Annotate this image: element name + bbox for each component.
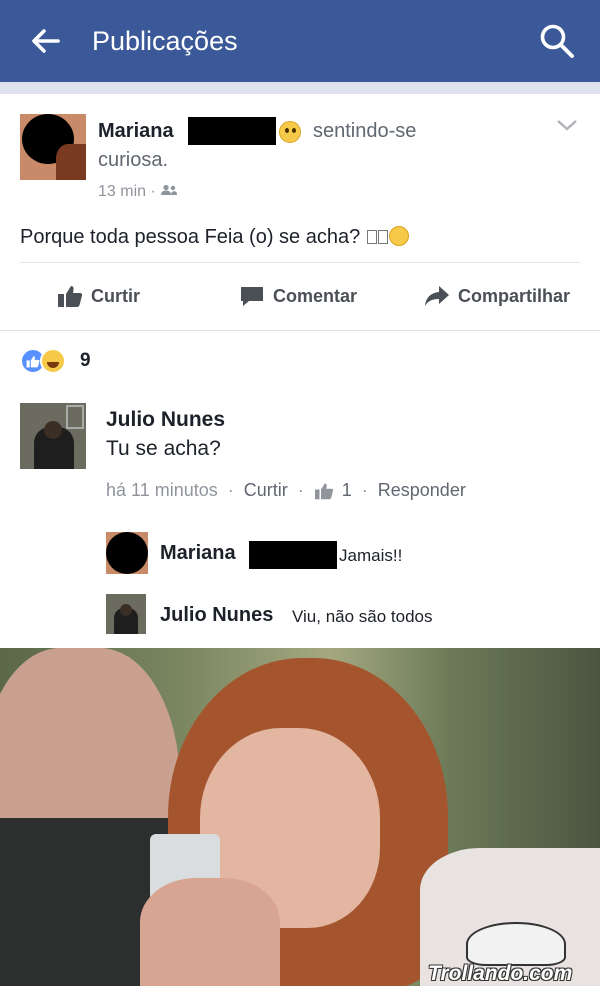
watermark: Trollando.com [428,962,573,985]
unrendered-emoji-icon [366,226,388,248]
post-author[interactable]: Mariana [98,120,174,143]
avatar[interactable] [106,532,148,574]
reply-text: Jamais!! [339,546,403,565]
reply-link[interactable]: Responder [378,480,466,501]
smirk-emoji-icon [388,226,409,246]
comment-meta: há 11 minutos · Curtir · 1 · Responder [106,480,466,501]
feeling-prefix: sentindo-se [313,120,417,142]
search-icon [540,24,574,58]
comment-like-count: 1 [341,480,352,500]
comment-button[interactable]: Comentar [239,282,357,310]
post-time[interactable]: 13 min [98,183,146,200]
reply-author[interactable]: Julio Nunes [160,604,273,627]
redaction-bar [249,541,337,569]
curious-emoji-icon [279,121,301,143]
back-button[interactable] [20,16,70,66]
top-divider [0,82,600,94]
page-title: Publicações [92,25,238,56]
thumbs-up-icon [58,286,83,307]
avatar[interactable] [106,594,146,634]
avatar[interactable] [20,403,86,469]
reaction-count: 9 [80,350,91,371]
comment-author[interactable]: Julio Nunes [106,408,225,432]
share-button[interactable]: Compartilhar [424,282,570,310]
top-app-bar: Publicações [0,0,600,82]
divider [20,262,580,263]
friends-icon [161,184,178,195]
post-meta: 13 min · [98,183,178,201]
search-button[interactable] [536,20,578,62]
share-arrow-icon [425,286,449,306]
reply-author[interactable]: Mariana [160,542,236,565]
redaction-bar [188,117,276,145]
haha-reaction-icon [40,348,66,374]
comment-time: há 11 minutos [106,480,218,500]
arrow-left-icon [32,29,60,53]
comment-text: Tu se acha? [106,437,221,460]
reaction-summary[interactable]: 9 [20,348,91,374]
reply-text: Viu, não são todos [292,607,433,626]
chevron-down-icon[interactable] [556,118,578,132]
avatar[interactable] [20,114,86,180]
like-button[interactable]: Curtir [57,282,140,310]
feeling-text: curiosa. [98,149,169,171]
troll-face-icon [466,922,566,966]
comment-like-link[interactable]: Curtir [244,480,288,501]
comment-icon [241,287,263,306]
thumbs-up-icon [314,483,333,499]
post-text: Porque toda pessoa Feia (o) se acha? [20,226,409,249]
